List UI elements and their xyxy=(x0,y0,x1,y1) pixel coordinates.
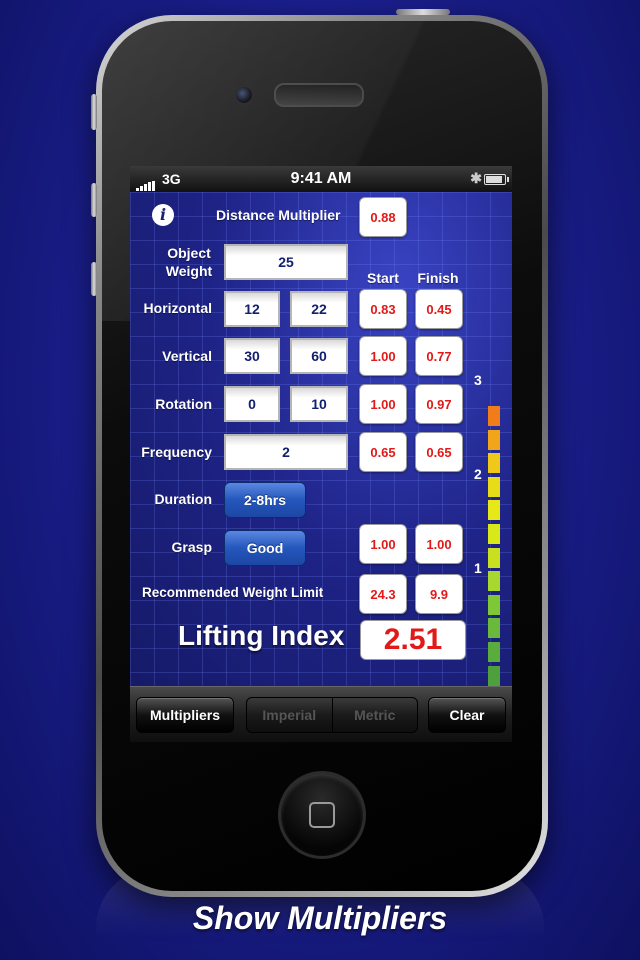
sleep-button xyxy=(396,9,450,15)
calculator-panel: i Distance Multiplier 0.88 Object Weight… xyxy=(130,192,512,710)
distance-multiplier-value: 0.88 xyxy=(359,197,407,237)
scale-tick-2: 2 xyxy=(474,466,482,482)
horizontal-start-multiplier: 0.83 xyxy=(359,289,407,329)
rwl-start-value: 24.3 xyxy=(359,574,407,614)
grasp-label: Grasp xyxy=(171,539,212,555)
info-icon[interactable]: i xyxy=(152,204,174,226)
rwl-finish-value: 9.9 xyxy=(415,574,463,614)
vertical-finish-multiplier: 0.77 xyxy=(415,336,463,376)
vertical-finish-input[interactable]: 60 xyxy=(290,338,348,374)
lifting-index-label: Lifting Index xyxy=(178,620,345,651)
scale-tick-1: 1 xyxy=(474,560,482,576)
clear-button[interactable]: Clear xyxy=(428,697,506,733)
home-square-icon xyxy=(309,802,335,828)
rotation-finish-input[interactable]: 10 xyxy=(290,386,348,422)
imperial-segment[interactable]: Imperial xyxy=(247,698,332,732)
frequency-input[interactable]: 2 xyxy=(224,434,348,470)
duration-selector-button[interactable]: 2-8hrs xyxy=(224,482,306,518)
rotation-finish-multiplier: 0.97 xyxy=(415,384,463,424)
frequency-start-multiplier: 0.65 xyxy=(359,432,407,472)
scale-segment xyxy=(488,642,500,662)
horizontal-finish-multiplier: 0.45 xyxy=(415,289,463,329)
unit-segmented-control: Imperial Metric xyxy=(246,697,418,733)
scale-segment xyxy=(488,571,500,592)
distance-multiplier-label: Distance Multiplier xyxy=(216,207,341,223)
finish-column-header: Finish xyxy=(417,270,459,286)
volume-up-button xyxy=(91,183,97,217)
vertical-start-input[interactable]: 30 xyxy=(224,338,280,374)
object-weight-input[interactable]: 25 xyxy=(224,244,348,280)
scale-segment xyxy=(488,594,500,615)
rotation-start-input[interactable]: 0 xyxy=(224,386,280,422)
caption: Show Multipliers xyxy=(192,900,448,936)
bluetooth-icon: ✱ xyxy=(470,170,482,186)
multipliers-button[interactable]: Multipliers xyxy=(136,697,234,733)
horizontal-label: Horizontal xyxy=(143,300,212,316)
horizontal-finish-input[interactable]: 22 xyxy=(290,291,348,327)
mute-switch xyxy=(91,94,97,130)
clock: 9:41 AM xyxy=(290,170,352,187)
scale-segment xyxy=(488,547,500,568)
recommended-weight-limit-label: Recommended Weight Limit xyxy=(142,585,324,600)
home-button[interactable] xyxy=(278,771,366,859)
scale-segment xyxy=(488,524,500,544)
grasp-finish-multiplier: 1.00 xyxy=(415,524,463,564)
scale-segment xyxy=(488,665,500,686)
rotation-label: Rotation xyxy=(155,396,212,412)
horizontal-start-input[interactable]: 12 xyxy=(224,291,280,327)
scale-segment xyxy=(488,429,500,450)
app-screen: 3G 9:41 AM ✱ i Distance Multiplier 0.88 … xyxy=(130,166,512,742)
start-column-header: Start xyxy=(367,270,399,286)
bottom-toolbar: Multipliers Imperial Metric Clear xyxy=(130,686,512,742)
rotation-start-multiplier: 1.00 xyxy=(359,384,407,424)
metric-segment[interactable]: Metric xyxy=(331,698,418,732)
vertical-start-multiplier: 1.00 xyxy=(359,336,407,376)
scale-segment xyxy=(488,618,500,639)
scale-segment xyxy=(488,406,500,426)
object-weight-label: Object Weight xyxy=(165,245,213,279)
scale-segment xyxy=(488,453,500,474)
scale-segment xyxy=(488,476,500,497)
scale-tick-3: 3 xyxy=(474,372,482,388)
frequency-label: Frequency xyxy=(141,444,212,460)
frequency-finish-multiplier: 0.65 xyxy=(415,432,463,472)
volume-down-button xyxy=(91,262,97,296)
duration-label: Duration xyxy=(154,491,212,507)
scale-segment xyxy=(488,500,500,521)
status-bar: 3G 9:41 AM ✱ xyxy=(130,166,512,192)
vertical-label: Vertical xyxy=(162,348,212,364)
earpiece-speaker xyxy=(274,83,364,107)
front-camera xyxy=(234,85,254,105)
grasp-start-multiplier: 1.00 xyxy=(359,524,407,564)
lifting-index-value: 2.51 xyxy=(360,620,466,660)
battery-icon xyxy=(484,174,509,185)
grasp-selector-button[interactable]: Good xyxy=(224,530,306,566)
